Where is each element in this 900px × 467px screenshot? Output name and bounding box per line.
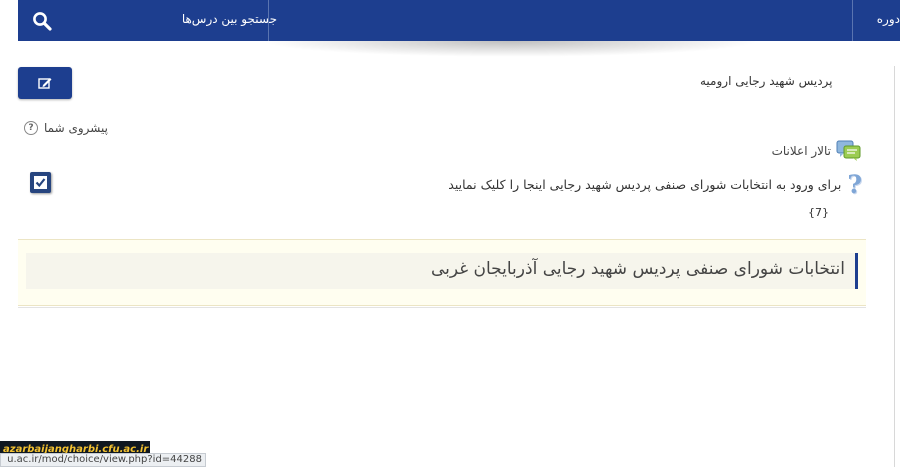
course-progress: ? پیشروی شما — [24, 121, 108, 135]
choice-count: {7} — [808, 206, 829, 219]
breadcrumb[interactable]: پردیس شهید رجایی ارومیه — [700, 74, 900, 88]
choice-activity-link[interactable]: برای ورود به انتخابات شورای صنفی پردیس ش… — [388, 172, 862, 197]
search-button[interactable] — [18, 0, 66, 41]
help-icon[interactable]: ? — [24, 121, 38, 135]
course-menu[interactable]: دوره — [868, 0, 900, 41]
course-search-input[interactable]: جستجو بین درس‌ها — [152, 0, 277, 41]
course-section: انتخابات شورای صنفی پردیس شهید رجایی آذر… — [18, 239, 866, 306]
forum-label[interactable]: تالار اعلانات — [772, 144, 831, 158]
status-bar-url: u.ac.ir/mod/choice/view.php?id=44288 — [0, 453, 206, 467]
section-header: انتخابات شورای صنفی پردیس شهید رجایی آذر… — [26, 253, 858, 289]
top-navbar: جستجو بین درس‌ها دوره — [18, 0, 900, 41]
progress-label: پیشروی شما — [44, 121, 108, 135]
edit-icon — [38, 78, 52, 89]
navbar-divider — [268, 0, 269, 41]
edit-button[interactable] — [18, 67, 72, 99]
content-border — [894, 66, 895, 467]
completion-checkbox[interactable] — [30, 172, 51, 193]
navbar-divider — [852, 0, 853, 41]
announcements-forum[interactable]: تالار اعلانات — [758, 140, 862, 162]
search-icon — [33, 11, 52, 31]
navbar-shadow — [260, 41, 760, 57]
question-mark-icon: ? — [847, 170, 862, 199]
section-title: انتخابات شورای صنفی پردیس شهید رجایی آذر… — [430, 259, 845, 279]
forum-icon — [836, 140, 861, 161]
checkbox-icon — [34, 176, 47, 189]
choice-activity-label[interactable]: برای ورود به انتخابات شورای صنفی پردیس ش… — [448, 177, 841, 192]
section-divider — [18, 307, 866, 308]
